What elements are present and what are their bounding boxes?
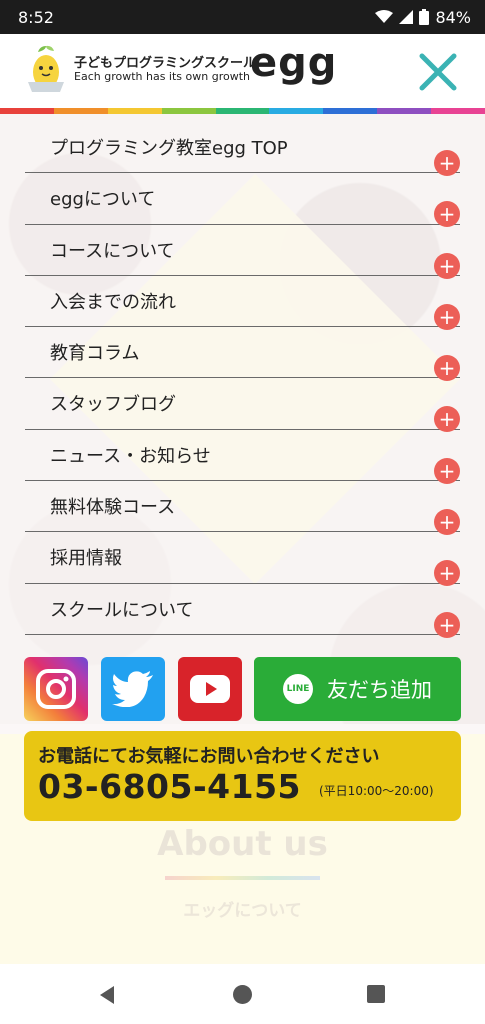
menu-item-label: コースについて <box>50 240 175 262</box>
menu-item[interactable]: eggについて + <box>25 173 460 228</box>
expand-plus-icon[interactable]: + <box>434 150 460 176</box>
expand-plus-icon[interactable]: + <box>434 611 460 638</box>
menu-item-label: 採用情報 <box>50 548 122 570</box>
menu-item-label: プログラミング教室egg TOP <box>50 138 288 159</box>
expand-plus-icon[interactable]: + <box>434 509 460 536</box>
menu-item[interactable]: 教育コラム + <box>25 327 460 382</box>
egg-mascot-logo-icon[interactable] <box>24 44 68 94</box>
menu-item[interactable]: 入会までの流れ + <box>25 276 460 330</box>
menu-item-label: eggについて <box>50 189 156 211</box>
phone-hours: (平日10:00～20:00) <box>319 784 434 798</box>
phone-number[interactable]: 03-6805-4155 <box>38 767 301 806</box>
twitter-button[interactable] <box>101 657 165 721</box>
twitter-bird-icon <box>112 671 153 707</box>
battery-percent: 84% <box>435 7 471 27</box>
logo-tagline: Each growth has its own growth <box>74 70 250 83</box>
menu-item[interactable]: コースについて + <box>25 225 460 279</box>
instagram-button[interactable] <box>24 657 88 721</box>
line-add-friend-button[interactable]: LINE 友だち追加 <box>254 657 461 721</box>
logo-jp-text: 子どもプログラミングスクール <box>74 56 257 71</box>
close-menu-icon[interactable] <box>414 48 462 96</box>
menu-item-label: スタッフブログ <box>50 394 176 416</box>
status-time: 8:52 <box>18 7 54 27</box>
recent-apps-icon[interactable] <box>367 985 385 1003</box>
youtube-play-icon <box>190 675 230 703</box>
youtube-button[interactable] <box>178 657 242 721</box>
expand-plus-icon[interactable]: + <box>434 457 460 484</box>
site-header: 子どもプログラミングスクール Each growth has its own g… <box>0 34 485 108</box>
menu-item-label: スクールについて <box>50 599 194 621</box>
expand-plus-icon[interactable]: + <box>434 303 460 330</box>
logo-wordmark[interactable]: egg <box>250 40 337 86</box>
line-add-friend-label: 友だち追加 <box>327 678 432 702</box>
menu-item-label: 入会までの流れ <box>50 291 176 313</box>
home-icon[interactable] <box>233 985 252 1004</box>
about-divider <box>165 876 320 880</box>
system-nav-bar <box>0 964 485 1024</box>
line-logo-icon: LINE <box>283 674 313 704</box>
status-icons: 84% <box>375 8 471 27</box>
menu-item[interactable]: スクールについて + <box>25 584 460 638</box>
nav-menu: プログラミング教室egg TOP + eggについて + コースについて + 入会までの流れ… <box>25 122 460 638</box>
menu-item-label: 教育コラム <box>50 343 140 365</box>
back-icon[interactable] <box>96 984 118 1006</box>
menu-item[interactable]: ニュース・お知らせ + <box>25 430 460 484</box>
menu-item[interactable]: 無料体験コース + <box>25 481 460 536</box>
menu-item[interactable]: スタッフブログ + <box>25 378 460 433</box>
menu-item-label: ニュース・お知らせ <box>50 445 211 467</box>
menu-item-label: 無料体験コース <box>50 497 176 519</box>
expand-plus-icon[interactable]: + <box>434 355 460 382</box>
menu-item[interactable]: 採用情報 + <box>25 532 460 587</box>
about-heading: About us <box>157 824 328 864</box>
about-subheading: エッグについて <box>183 901 302 921</box>
expand-plus-icon[interactable]: + <box>434 201 460 228</box>
instagram-icon <box>36 669 76 709</box>
phone-contact-box[interactable]: お電話にてお気軽にお問い合わせください 03-6805-4155 (平日10:0… <box>24 731 461 821</box>
menu-item[interactable]: プログラミング教室egg TOP + <box>25 122 460 176</box>
expand-plus-icon[interactable]: + <box>434 252 460 279</box>
social-links: LINE 友だち追加 <box>24 657 461 721</box>
expand-plus-icon[interactable]: + <box>434 560 460 587</box>
phone-contact-title: お電話にてお気軽にお問い合わせください <box>38 746 380 767</box>
signal-icon <box>399 10 414 24</box>
wifi-icon <box>375 10 394 23</box>
expand-plus-icon[interactable]: + <box>434 406 460 433</box>
status-bar: 8:52 84% <box>0 0 485 34</box>
battery-icon <box>419 9 430 25</box>
